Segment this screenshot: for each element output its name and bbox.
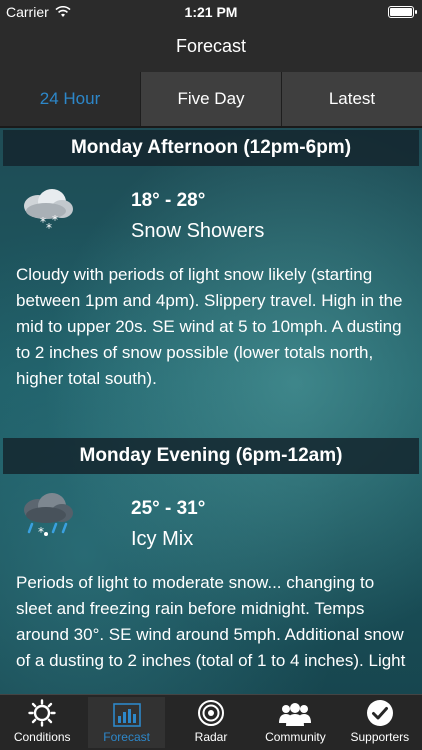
temperature-range: 18° - 28° xyxy=(131,190,206,211)
period-summary: * 25° - 31° Icy Mix xyxy=(0,474,422,570)
tab-latest[interactable]: Latest xyxy=(282,72,422,126)
tab-label: Forecast xyxy=(103,730,150,744)
condition-label: Icy Mix xyxy=(131,528,194,550)
forecast-content[interactable]: Monday Afternoon (12pm-6pm) * * * 18° - … xyxy=(0,128,422,694)
tab-24-hour[interactable]: 24 Hour xyxy=(0,72,141,126)
icy-mix-icon: * xyxy=(24,493,73,539)
tab-supporters[interactable]: Supporters xyxy=(338,695,422,750)
tab-label: Supporters xyxy=(350,730,410,744)
battery-icon xyxy=(388,6,417,18)
tab-five-day[interactable]: Five Day xyxy=(141,72,282,126)
period-header: Monday Evening (6pm-12am) xyxy=(3,438,419,474)
condition-label: Snow Showers xyxy=(131,220,265,242)
period-summary: * * * 18° - 28° Snow Showers xyxy=(0,166,422,262)
radar-icon xyxy=(198,700,225,726)
forecast-tabs: 24 Hour Five Day Latest xyxy=(0,72,422,128)
svg-text:*: * xyxy=(52,213,58,227)
tab-bar: Conditions Forecast Radar Community Supp… xyxy=(0,694,422,750)
tab-community[interactable]: Community xyxy=(253,695,337,750)
checkmark-icon xyxy=(366,700,393,726)
tab-radar[interactable]: Radar xyxy=(169,695,253,750)
temperature-range: 25° - 31° xyxy=(131,498,206,519)
sun-icon xyxy=(28,699,56,727)
tab-label: Community xyxy=(265,730,326,744)
period-description: Cloudy with periods of light snow likely… xyxy=(16,265,403,388)
period-header: Monday Afternoon (12pm-6pm) xyxy=(3,130,419,166)
period-description: Periods of light to moderate snow... cha… xyxy=(16,573,406,670)
svg-text:*: * xyxy=(46,221,52,232)
tab-forecast[interactable]: Forecast xyxy=(84,695,168,750)
snow-showers-icon: * * * xyxy=(24,189,73,232)
clock: 1:21 PM xyxy=(184,4,238,20)
tab-label: Conditions xyxy=(13,730,71,744)
status-bar: Carrier 1:21 PM xyxy=(0,0,422,24)
bar-chart-icon xyxy=(112,703,141,727)
tab-conditions[interactable]: Conditions xyxy=(0,695,84,750)
community-icon xyxy=(279,703,312,726)
tab-label: Radar xyxy=(194,730,228,744)
svg-text:*: * xyxy=(38,525,44,539)
page-title: Forecast xyxy=(175,36,247,56)
top-bar: Carrier 1:21 PM Forecast xyxy=(0,0,422,72)
